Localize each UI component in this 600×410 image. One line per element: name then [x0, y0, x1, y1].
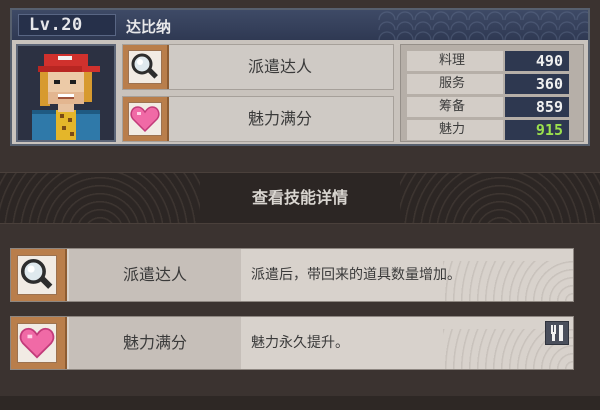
pixel-character-icon — [18, 46, 114, 140]
stat-value-highlight: 915 — [505, 120, 569, 140]
card-skill-charm[interactable]: 魅力满分 — [122, 96, 394, 142]
card-header: Lv.20 达比纳 — [12, 10, 588, 40]
stat-name: 魅力 — [407, 120, 503, 140]
section-title: 查看技能详情 — [251, 188, 348, 207]
stat-charm: 魅力 915 — [407, 120, 577, 140]
skill-description: 魅力永久提升。 — [251, 335, 349, 351]
card-skill-dispatch[interactable]: 派遣达人 — [122, 44, 394, 90]
utensils-icon — [545, 321, 569, 345]
card-skill-label: 魅力满分 — [247, 109, 312, 128]
heart-icon — [130, 106, 160, 133]
header-wave-pattern — [378, 10, 588, 40]
level-badge: Lv.20 — [18, 14, 116, 36]
stat-name: 料理 — [407, 51, 503, 71]
bottom-border — [0, 396, 600, 410]
card-skill-list: 派遣达人 魅力满分 — [122, 44, 394, 144]
stat-value: 490 — [505, 51, 569, 71]
skill-name: 魅力满分 — [69, 317, 241, 369]
skill-detail-charm[interactable]: 魅力满分 魅力永久提升。 — [10, 316, 574, 370]
stat-value: 360 — [505, 74, 569, 94]
stat-preparation: 筹备 859 — [407, 97, 577, 117]
stat-service: 服务 360 — [407, 74, 577, 94]
magnifier-icon — [20, 258, 53, 289]
skill-name: 派遣达人 — [69, 249, 241, 301]
card-skill-label: 派遣达人 — [247, 57, 312, 76]
stat-cooking: 料理 490 — [407, 51, 577, 71]
magnifier-icon — [131, 53, 158, 79]
character-card: Lv.20 达比纳 派遣达人 魅力满分 料理 490 服务 360 筹备 859… — [10, 8, 590, 146]
stat-name: 服务 — [407, 74, 503, 94]
skill-details-header[interactable]: 查看技能详情 — [0, 172, 600, 224]
skill-detail-dispatch[interactable]: 派遣达人 派遣后，带回来的道具数量增加。 — [10, 248, 574, 302]
character-name: 达比纳 — [126, 18, 172, 36]
heart-icon — [19, 327, 55, 359]
stats-panel: 料理 490 服务 360 筹备 859 魅力 915 — [400, 44, 584, 142]
skill-description: 派遣后，带回来的道具数量增加。 — [251, 267, 461, 283]
character-portrait — [16, 44, 116, 142]
stat-value: 859 — [505, 97, 569, 117]
stat-name: 筹备 — [407, 97, 503, 117]
